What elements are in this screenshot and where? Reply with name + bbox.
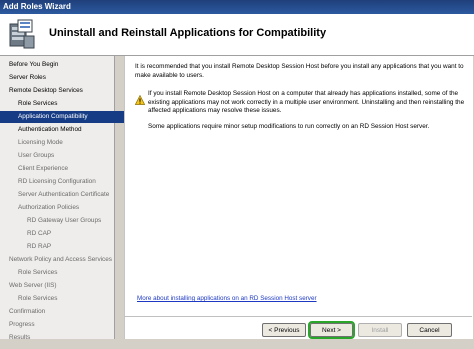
wizard-step-list: Before You Begin Server Roles Remote Des… — [0, 56, 132, 339]
note-text: Some applications require minor setup mo… — [148, 123, 430, 130]
nav-confirmation: Confirmation — [9, 308, 46, 315]
install-button[interactable]: Install — [358, 323, 402, 337]
cancel-button[interactable]: Cancel — [407, 323, 452, 337]
nav-network-policy-access-services: Network Policy and Access Services — [9, 256, 112, 263]
nav-server-authentication-certificate: Server Authentication Certificate — [18, 191, 110, 198]
nav-authorization-policies: Authorization Policies — [18, 204, 80, 211]
intro-text: It is recommended that you install Remot… — [135, 63, 464, 79]
nav-rd-cap: RD CAP — [27, 230, 52, 237]
nav-authentication-method[interactable]: Authentication Method — [0, 124, 132, 136]
nav-server-roles[interactable]: Server Roles — [0, 72, 123, 84]
more-info-link[interactable]: More about installing applications on an… — [137, 295, 317, 302]
nav-before-you-begin[interactable]: Before You Begin — [0, 59, 123, 71]
nav-licensing-mode: Licensing Mode — [18, 139, 63, 146]
window-title: Add Roles Wizard — [3, 2, 71, 11]
warning-icon — [135, 95, 145, 105]
nav-results: Results — [9, 334, 31, 339]
nav-progress: Progress — [9, 321, 35, 328]
window-title-bar[interactable]: Add Roles Wizard — [0, 0, 474, 14]
nav-role-services-iis: Role Services — [18, 295, 58, 302]
nav-rd-gateway-user-groups: RD Gateway User Groups — [27, 217, 102, 224]
wizard-content-panel: It is recommended that you install Remot… — [124, 56, 473, 339]
nav-rd-licensing-configuration: RD Licensing Configuration — [18, 178, 96, 185]
nav-web-server-iis: Web Server (IIS) — [9, 282, 57, 289]
next-button[interactable]: Next > — [308, 321, 355, 339]
server-roles-icon — [9, 19, 35, 49]
nav-application-compatibility[interactable]: Application Compatibility — [0, 111, 132, 123]
nav-client-experience: Client Experience — [18, 165, 69, 172]
nav-role-services[interactable]: Role Services — [0, 98, 132, 110]
wizard-header: Uninstall and Reinstall Applications for… — [0, 14, 474, 56]
nav-user-groups: User Groups — [18, 152, 55, 159]
nav-role-services-npas: Role Services — [18, 269, 58, 276]
previous-button[interactable]: < Previous — [262, 323, 306, 337]
button-divider — [124, 316, 472, 317]
warning-text: If you install Remote Desktop Session Ho… — [148, 90, 465, 115]
nav-remote-desktop-services[interactable]: Remote Desktop Services — [0, 85, 123, 97]
nav-rd-rap: RD RAP — [27, 243, 52, 250]
page-title: Uninstall and Reinstall Applications for… — [49, 27, 327, 39]
